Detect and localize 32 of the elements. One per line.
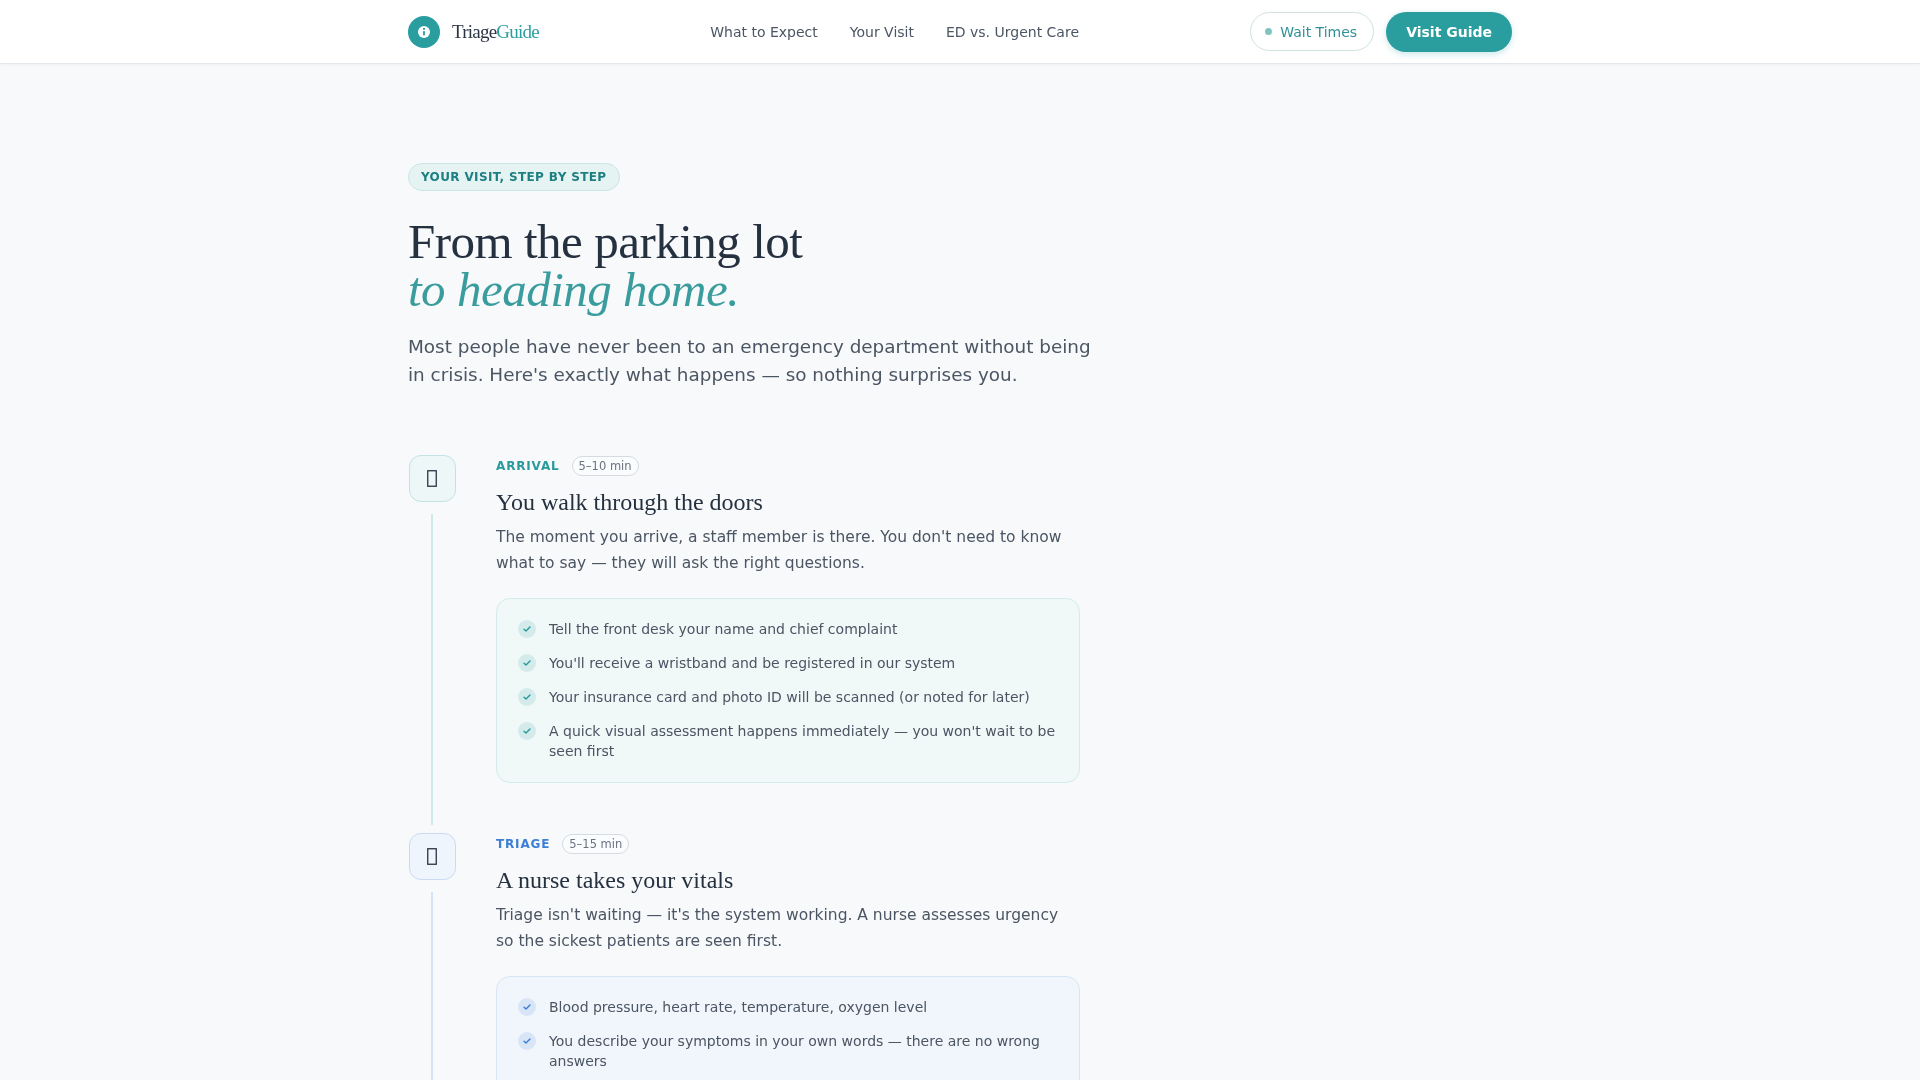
check-icon	[518, 688, 536, 706]
nav-link[interactable]: Your Visit	[849, 23, 914, 40]
check-icon	[518, 620, 536, 638]
brand-name: TriageGuide	[452, 20, 539, 43]
check-icon	[518, 998, 536, 1016]
step-label: ARRIVAL	[496, 459, 560, 473]
checklist-item: Tell the front desk your name and chief complaint	[549, 620, 898, 639]
glyph-box-icon	[408, 833, 456, 880]
checklist-item: You'll receive a wristband and be registered in our system	[549, 654, 956, 673]
step-description: The moment you arrive, a staff member is there. You don't need to know what to say — they will ask the right questions.	[496, 527, 1063, 574]
checklist-item: A quick visual assessment happens immediately — you won't wait to be seen first	[549, 722, 1057, 761]
check-icon	[518, 654, 536, 672]
nav-link[interactable]: ED vs. Urgent Care	[945, 23, 1079, 40]
checklist-item: Blood pressure, heart rate, temperature, oxygen level	[549, 998, 928, 1017]
hero-title: From the parking lot	[408, 218, 803, 266]
logo-icon	[408, 15, 440, 48]
step-description: Triage isn't waiting — it's the system working. A nurse assesses urgency so the sickest patients are seen first.	[496, 905, 1060, 952]
checklist-item: Your insurance card and photo ID will be scanned (or noted for later)	[549, 688, 1030, 707]
duration-tag: 5–15 min	[562, 834, 630, 854]
duration-tag: 5–10 min	[571, 456, 639, 476]
check-icon	[518, 722, 536, 740]
checklist-item: You describe your symptoms in your own words — there are no wrong answers	[549, 1032, 1041, 1071]
status-dot-icon	[1265, 28, 1273, 35]
section-eyebrow: YOUR VISIT, STEP BY STEP	[408, 163, 620, 191]
nav-link[interactable]: What to Expect	[710, 23, 818, 40]
step-title: A nurse takes your vitals	[496, 866, 735, 895]
step-title: You walk through the doors	[496, 488, 764, 517]
glyph-box-icon	[408, 455, 456, 502]
check-icon	[518, 1032, 536, 1050]
hero-lead: Most people have never been to an emergency department without being in crisis. Here's exactly what happens — so nothing surprises you.	[408, 335, 1092, 387]
step-label: TRIAGE	[496, 837, 551, 851]
wait-times-button[interactable]: Wait Times	[1250, 12, 1375, 51]
